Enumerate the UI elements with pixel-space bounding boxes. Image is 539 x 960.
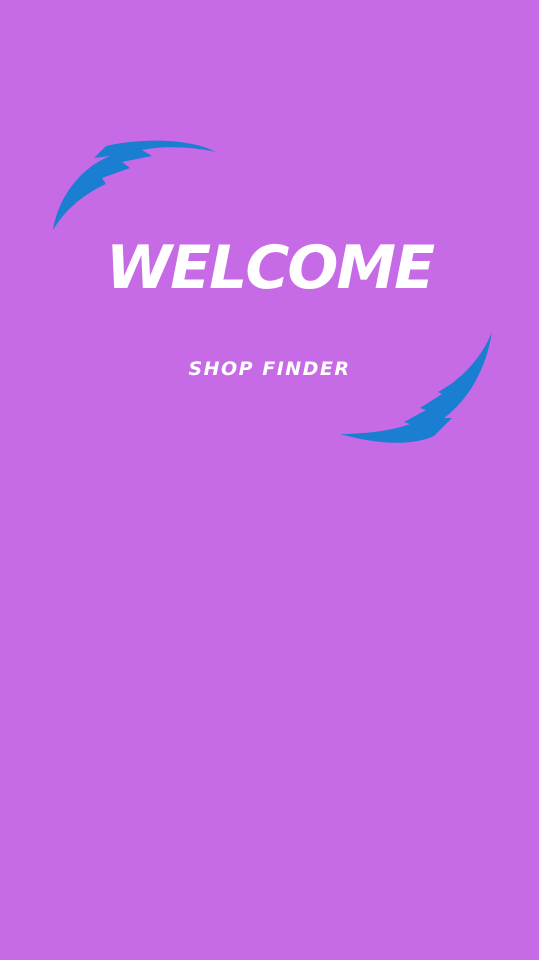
lightning-swoosh-top-icon [53, 140, 216, 230]
splash-screen: WELCOME SHOP FINDER [0, 0, 539, 960]
lightning-swoosh-bottom-icon [340, 332, 492, 443]
welcome-title: WELCOME [105, 233, 435, 303]
